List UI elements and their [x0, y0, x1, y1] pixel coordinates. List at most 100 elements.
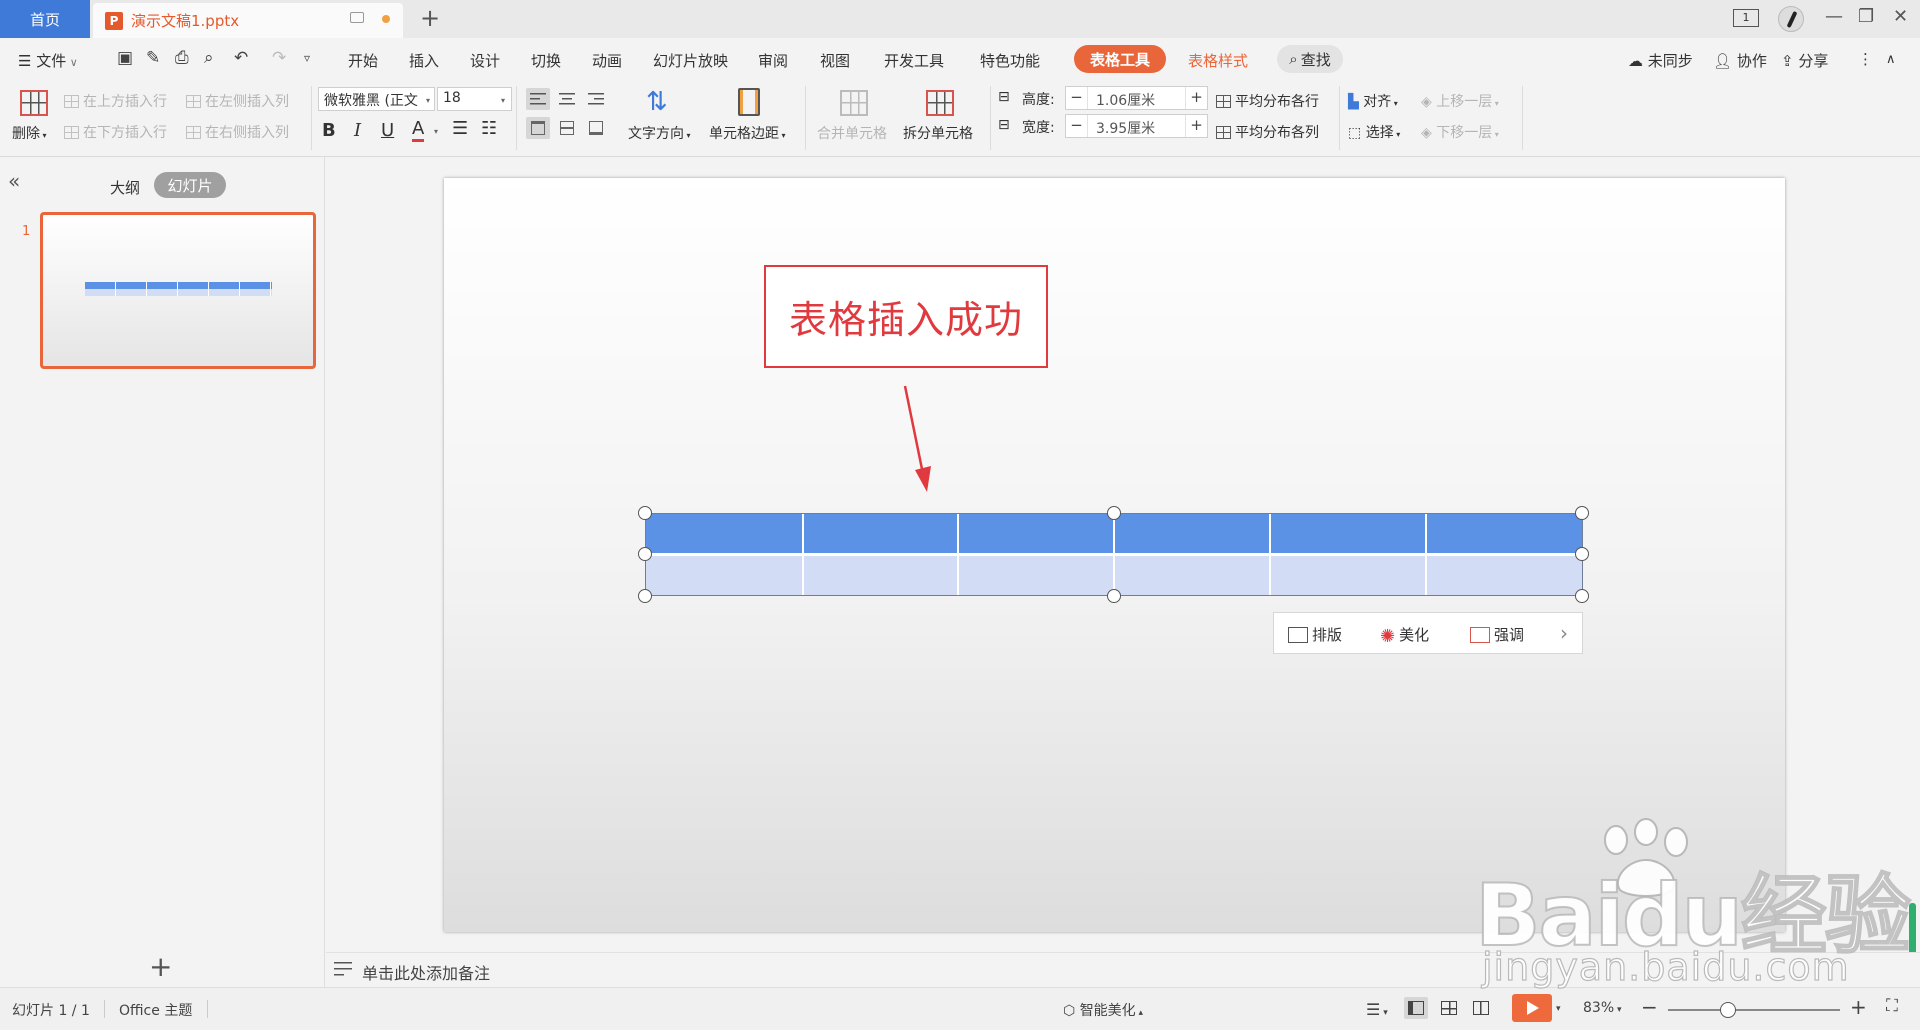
paragraph-spacing-icon[interactable]: ☷	[481, 118, 497, 139]
zoom-in-button[interactable]: +	[1850, 995, 1867, 1019]
notes-toggle-icon[interactable]: ☰ ▾	[1366, 1000, 1388, 1019]
menu-item-start[interactable]: 开始	[348, 50, 378, 71]
underline-button[interactable]: U	[381, 120, 394, 141]
monitor-icon[interactable]	[350, 12, 364, 23]
page-number-icon[interactable]: 1	[1733, 9, 1759, 27]
delete-button[interactable]: 删除 ▾	[12, 123, 47, 143]
cell-margin-button[interactable]: 单元格边距 ▾	[709, 123, 786, 143]
height-stepper[interactable]: − 1.06厘米 +	[1065, 86, 1208, 110]
format-painter-icon[interactable]: ✎	[146, 48, 160, 68]
bring-forward-button[interactable]: ◈ 上移一层 ▾	[1421, 91, 1499, 111]
more-icon[interactable]: ⋮	[1858, 50, 1873, 68]
new-tab-button[interactable]: +	[420, 4, 440, 32]
close-button[interactable]: ✕	[1893, 6, 1908, 27]
select-button[interactable]: ⬚ 选择 ▾	[1348, 122, 1400, 142]
align-bottom-button[interactable]	[584, 117, 608, 139]
layout-button[interactable]: 排版	[1288, 624, 1342, 645]
font-name-select[interactable]: 微软雅黑 (正文	[318, 87, 435, 111]
vertical-scrollbar[interactable]	[1906, 157, 1920, 952]
minimize-button[interactable]: —	[1825, 6, 1843, 27]
menu-item-insert[interactable]: 插入	[409, 50, 439, 71]
delete-table-icon[interactable]	[20, 90, 48, 116]
avatar[interactable]	[1778, 6, 1804, 32]
insert-col-left-button[interactable]: 在左侧插入列	[186, 91, 289, 111]
font-color-button[interactable]: A	[412, 119, 425, 142]
slide-sorter-button[interactable]	[1437, 997, 1461, 1019]
zoom-level[interactable]: 83% ▾	[1583, 1000, 1622, 1016]
normal-view-button[interactable]	[1404, 997, 1428, 1019]
table[interactable]	[645, 513, 1583, 596]
save-icon[interactable]: ▣	[117, 48, 133, 68]
notes-placeholder[interactable]: 单击此处添加备注	[362, 960, 490, 984]
insert-col-right-button[interactable]: 在右侧插入列	[186, 122, 289, 142]
line-spacing-icon[interactable]: ☰	[452, 118, 468, 139]
menu-item-transition[interactable]: 切换	[531, 50, 561, 71]
align-objects-button[interactable]: ▙ 对齐 ▾	[1348, 91, 1398, 111]
collaborate-button[interactable]: 👤︎ 协作	[1713, 50, 1767, 71]
tab-table-tools[interactable]: 表格工具	[1074, 45, 1166, 73]
split-cells-button[interactable]: 拆分单元格	[903, 123, 973, 143]
split-cells-icon[interactable]	[926, 90, 954, 116]
sync-button[interactable]: ☁ 未同步	[1628, 50, 1693, 71]
reading-view-button[interactable]	[1469, 997, 1493, 1019]
menu-item-design[interactable]: 设计	[470, 50, 500, 71]
menu-item-special[interactable]: 特色功能	[980, 50, 1040, 71]
width-stepper[interactable]: − 3.95厘米 +	[1065, 114, 1208, 138]
resize-handle[interactable]	[1107, 589, 1121, 603]
tab-outline[interactable]: 大纲	[110, 177, 140, 198]
resize-handle[interactable]	[638, 506, 652, 520]
chevron-right-icon[interactable]: ›	[1560, 621, 1568, 645]
merge-cells-icon[interactable]	[840, 90, 868, 116]
collapse-ribbon-icon[interactable]: ∧	[1886, 52, 1896, 67]
width-value[interactable]: 3.95厘米	[1096, 118, 1155, 138]
insert-row-above-button[interactable]: 在上方插入行	[64, 91, 167, 111]
italic-button[interactable]: I	[354, 120, 361, 141]
menu-item-slideshow[interactable]: 幻灯片放映	[653, 50, 728, 71]
width-decrease-button[interactable]: −	[1066, 115, 1088, 137]
theme-name[interactable]: Office 主题	[119, 1000, 192, 1020]
text-direction-button[interactable]: 文字方向 ▾	[628, 123, 691, 143]
share-button[interactable]: ⇪ 分享	[1781, 50, 1828, 71]
resize-handle[interactable]	[1575, 547, 1589, 561]
tab-home[interactable]: 首页	[0, 0, 90, 38]
tab-table-style[interactable]: 表格样式	[1188, 50, 1248, 71]
insert-row-below-button[interactable]: 在下方插入行	[64, 122, 167, 142]
distribute-cols-button[interactable]: 平均分布各列	[1216, 122, 1319, 142]
resize-handle[interactable]	[1575, 589, 1589, 603]
cell-margin-icon[interactable]	[738, 88, 760, 116]
resize-handle[interactable]	[1575, 506, 1589, 520]
zoom-slider[interactable]	[1668, 1009, 1840, 1011]
height-decrease-button[interactable]: −	[1066, 87, 1088, 109]
fit-window-icon[interactable]: ⛶	[1886, 996, 1898, 1016]
chevron-down-icon[interactable]: ▾	[1556, 1004, 1561, 1014]
double-chevron-left-icon[interactable]: «	[8, 169, 20, 193]
zoom-slider-knob[interactable]	[1720, 1002, 1737, 1018]
play-slideshow-button[interactable]	[1512, 994, 1552, 1022]
width-increase-button[interactable]: +	[1185, 115, 1207, 137]
bold-button[interactable]: B	[322, 120, 336, 141]
undo-icon[interactable]: ↶	[234, 48, 248, 68]
align-left-button[interactable]	[526, 88, 550, 110]
height-increase-button[interactable]: +	[1185, 87, 1207, 109]
menu-item-developer[interactable]: 开发工具	[884, 50, 944, 71]
text-direction-icon[interactable]: ⇅	[646, 87, 668, 117]
tab-slides[interactable]: 幻灯片	[154, 172, 226, 198]
find-button[interactable]: ⌕ 查找	[1277, 45, 1343, 73]
beautify-button[interactable]: ✺ 美化	[1380, 624, 1429, 647]
menu-item-animation[interactable]: 动画	[592, 50, 622, 71]
zoom-out-button[interactable]: −	[1641, 995, 1658, 1019]
smart-beautify-button[interactable]: ⬡ 智能美化 ▴	[1063, 1000, 1143, 1020]
merge-cells-button[interactable]: 合并单元格	[817, 123, 887, 143]
align-middle-button[interactable]	[555, 117, 579, 139]
menu-item-review[interactable]: 审阅	[758, 50, 788, 71]
menu-item-view[interactable]: 视图	[820, 50, 850, 71]
customize-toolbar-icon[interactable]: ▿	[304, 51, 310, 65]
file-menu[interactable]: ☰ 文件 ∨	[18, 50, 78, 71]
redo-icon[interactable]: ↷	[272, 48, 286, 68]
print-preview-icon[interactable]: ⌕	[204, 48, 214, 68]
restore-button[interactable]: ❐	[1858, 6, 1874, 27]
height-value[interactable]: 1.06厘米	[1096, 90, 1155, 110]
slide-thumbnail[interactable]	[40, 212, 316, 369]
resize-handle[interactable]	[1107, 506, 1121, 520]
resize-handle[interactable]	[638, 589, 652, 603]
